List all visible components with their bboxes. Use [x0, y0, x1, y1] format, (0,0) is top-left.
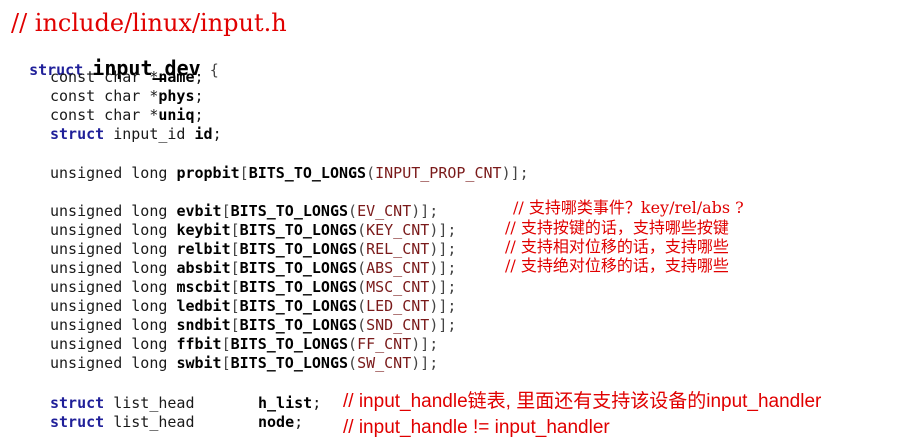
macro-call: BITS_TO_LONGS	[239, 278, 358, 296]
macro-call: BITS_TO_LONGS	[239, 221, 358, 239]
field-relbit: unsigned long relbit[BITS_TO_LONGS(REL_C…	[50, 240, 457, 258]
field-identifier: swbit	[176, 354, 222, 372]
field-ledbit: unsigned long ledbit[BITS_TO_LONGS(LED_C…	[50, 297, 457, 315]
constant: ABS_CNT	[366, 259, 430, 277]
field-identifier: ffbit	[176, 335, 222, 353]
constant: INPUT_PROP_CNT	[375, 164, 502, 182]
field-sndbit: unsigned long sndbit[BITS_TO_LONGS(SND_C…	[50, 316, 457, 334]
macro-call: BITS_TO_LONGS	[248, 164, 367, 182]
field-evbit: unsigned long evbit[BITS_TO_LONGS(EV_CNT…	[50, 202, 439, 220]
field-mscbit: unsigned long mscbit[BITS_TO_LONGS(MSC_C…	[50, 278, 457, 296]
field-name: const char *name;	[50, 68, 204, 86]
field-phys: const char *phys;	[50, 87, 204, 105]
macro-call: BITS_TO_LONGS	[239, 297, 358, 315]
comment-h-list: // input_handle链表, 里面还有支持该设备的input_handl…	[343, 391, 822, 412]
field-identifier: evbit	[176, 202, 222, 220]
constant: EV_CNT	[357, 202, 412, 220]
comment-absbit: // 支持绝对位移的话，支持哪些	[505, 256, 729, 275]
field-identifier: phys	[158, 87, 195, 105]
field-identifier: ledbit	[176, 297, 231, 315]
comment-keybit: // 支持按键的话，支持哪些按键	[505, 218, 729, 237]
macro-call: BITS_TO_LONGS	[230, 354, 349, 372]
constant: LED_CNT	[366, 297, 430, 315]
field-identifier: absbit	[176, 259, 231, 277]
open-brace: {	[209, 61, 219, 79]
file-path-comment: // include/linux/input.h	[11, 9, 287, 37]
field-node: struct list_head	[50, 413, 195, 431]
field-absbit: unsigned long absbit[BITS_TO_LONGS(ABS_C…	[50, 259, 457, 277]
field-propbit: unsigned long propbit[BITS_TO_LONGS(INPU…	[50, 164, 529, 182]
field-uniq: const char *uniq;	[50, 106, 204, 124]
field-node-name: node;	[258, 413, 304, 431]
constant: MSC_CNT	[366, 278, 430, 296]
field-identifier: name	[158, 68, 195, 86]
comment-relbit: // 支持相对位移的话，支持哪些	[505, 237, 729, 256]
macro-call: BITS_TO_LONGS	[230, 202, 349, 220]
macro-call: BITS_TO_LONGS	[239, 316, 358, 334]
macro-call: BITS_TO_LONGS	[230, 335, 349, 353]
field-identifier: propbit	[176, 164, 240, 182]
field-identifier: node	[258, 413, 295, 431]
field-keybit: unsigned long keybit[BITS_TO_LONGS(KEY_C…	[50, 221, 457, 239]
constant: FF_CNT	[357, 335, 412, 353]
macro-call: BITS_TO_LONGS	[239, 240, 358, 258]
comment-node: // input_handle != input_handler	[343, 417, 610, 438]
constant: SND_CNT	[366, 316, 430, 334]
field-h-list: struct list_head	[50, 394, 195, 412]
field-identifier: uniq	[158, 106, 195, 124]
field-ffbit: unsigned long ffbit[BITS_TO_LONGS(FF_CNT…	[50, 335, 439, 353]
field-identifier: h_list	[258, 394, 313, 412]
constant: KEY_CNT	[366, 221, 430, 239]
field-identifier: id	[194, 125, 213, 143]
field-identifier: relbit	[176, 240, 231, 258]
comment-evbit: // 支持哪类事件？key/rel/abs ?	[513, 198, 744, 217]
field-identifier: mscbit	[176, 278, 231, 296]
macro-call: BITS_TO_LONGS	[239, 259, 358, 277]
field-h-list-name: h_list;	[258, 394, 322, 412]
constant: SW_CNT	[357, 354, 412, 372]
field-identifier: keybit	[176, 221, 231, 239]
field-identifier: sndbit	[176, 316, 231, 334]
field-swbit: unsigned long swbit[BITS_TO_LONGS(SW_CNT…	[50, 354, 439, 372]
field-id: struct input_id id;	[50, 125, 222, 143]
constant: REL_CNT	[366, 240, 430, 258]
